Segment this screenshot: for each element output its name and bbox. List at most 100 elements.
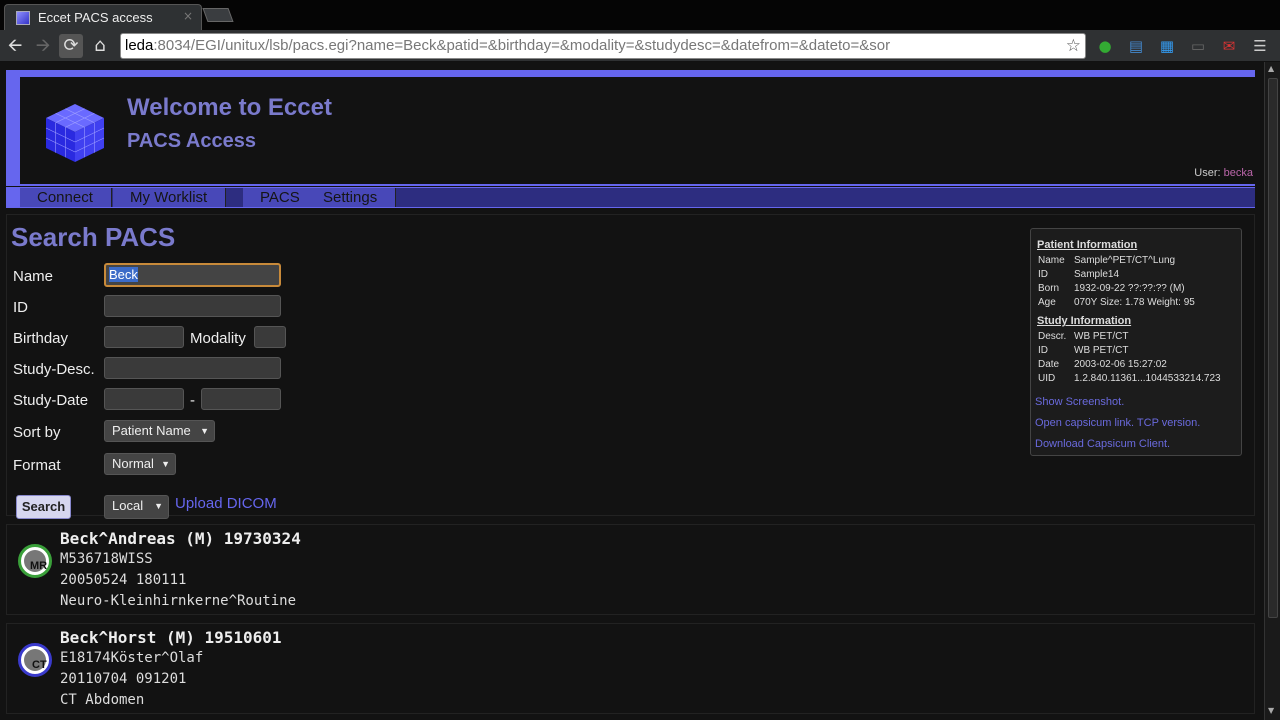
- result-description: Neuro-Kleinhirnkerne^Routine: [60, 593, 297, 609]
- browser-toolbar: 🡨 🡪 ⟳ ⌂ leda:8034/EGI/unitux/lsb/pacs.eg…: [0, 30, 1280, 62]
- study-key: Descr.: [1038, 331, 1067, 342]
- evernote-extension-icon[interactable]: ●: [1095, 36, 1115, 56]
- favicon-cube-icon: [16, 11, 30, 25]
- patient-name-link[interactable]: Beck^Andreas (M) 19730324: [60, 529, 301, 548]
- result-id: M536718WISS: [60, 551, 153, 567]
- address-bar[interactable]: leda:8034/EGI/unitux/lsb/pacs.egi?name=B…: [120, 33, 1086, 59]
- chevron-down-icon: ▼: [200, 426, 209, 436]
- browser-tab[interactable]: Eccet PACS access ×: [4, 4, 202, 30]
- modality-label: Modality: [190, 330, 246, 347]
- sort-by-select[interactable]: Patient Name ▼: [104, 420, 215, 442]
- scroll-up-icon[interactable]: ▲: [1268, 64, 1274, 73]
- user-indicator: User: becka: [1194, 167, 1253, 179]
- search-panel: Search PACS Name Beck ID Birthday Modali…: [6, 214, 1255, 519]
- source-value: Local: [112, 498, 144, 513]
- modality-ct-icon: CT: [18, 643, 52, 677]
- reload-icon[interactable]: ⟳: [59, 34, 83, 58]
- upload-dicom-link[interactable]: Upload DICOM: [175, 495, 277, 512]
- patient-value: 070Y Size: 1.78 Weight: 95: [1074, 297, 1195, 308]
- patient-value: Sample14: [1074, 269, 1120, 280]
- date-from-input[interactable]: [104, 388, 184, 410]
- search-title: Search PACS: [11, 222, 176, 252]
- format-select[interactable]: Normal ▼: [104, 453, 176, 475]
- format-label: Format: [13, 457, 61, 474]
- back-icon[interactable]: 🡨: [3, 34, 27, 58]
- menu-item-settings[interactable]: Settings: [306, 188, 397, 207]
- patient-key: Name: [1038, 255, 1065, 266]
- forward-icon[interactable]: 🡪: [31, 34, 55, 58]
- page-subtitle: PACS Access: [127, 130, 256, 152]
- study-key: Date: [1038, 359, 1060, 370]
- study-info-heading: Study Information: [1037, 315, 1132, 327]
- study-desc-input[interactable]: [104, 357, 281, 379]
- study-key: ID: [1038, 345, 1048, 356]
- header-top-bar: [6, 70, 1255, 77]
- patient-info-heading: Patient Information: [1037, 239, 1138, 251]
- show-screenshot-link[interactable]: Show Screenshot.: [1035, 396, 1124, 408]
- main-menu: Connect My Worklist PACS Settings: [6, 187, 1255, 208]
- sort-by-value: Patient Name: [112, 423, 191, 438]
- id-label: ID: [13, 299, 28, 316]
- scroll-down-icon[interactable]: ▼: [1268, 706, 1274, 715]
- vertical-scrollbar[interactable]: ▲ ▼: [1264, 62, 1280, 720]
- study-value: 1.2.840.11361...1044533214.723: [1074, 373, 1221, 384]
- gmail-icon[interactable]: ✉: [1219, 36, 1239, 56]
- study-key: UID: [1038, 373, 1056, 384]
- patient-value: 1932-09-22 ??:??:?? (M): [1074, 283, 1185, 294]
- modality-input[interactable]: [254, 326, 286, 348]
- study-value: WB PET/CT: [1074, 345, 1129, 356]
- menu-item-my-worklist[interactable]: My Worklist: [113, 188, 227, 207]
- open-capsicum-link[interactable]: Open capsicum link. TCP version.: [1035, 417, 1200, 429]
- screen-extension-icon[interactable]: ▤: [1126, 36, 1146, 56]
- page-title: Welcome to Eccet: [127, 94, 332, 121]
- url-host: leda: [125, 37, 154, 54]
- user-label: User:: [1194, 167, 1221, 179]
- modality-label: MR: [30, 560, 48, 572]
- id-input[interactable]: [104, 295, 281, 317]
- name-input-value: Beck: [109, 267, 138, 282]
- cast-icon[interactable]: ▭: [1188, 36, 1208, 56]
- page-header: Welcome to Eccet PACS Access User: becka: [6, 70, 1255, 186]
- result-datetime: 20110704 091201: [60, 671, 187, 687]
- menu-icon[interactable]: ☰: [1250, 36, 1270, 56]
- bookmark-star-icon[interactable]: ☆: [1066, 34, 1081, 58]
- result-row[interactable]: CT Beck^Horst (M) 19510601 E18174Köster^…: [6, 623, 1255, 714]
- study-desc-label: Study-Desc.: [13, 361, 95, 378]
- modality-mr-icon: MR: [18, 544, 52, 578]
- result-datetime: 20050524 180111: [60, 572, 187, 588]
- url-path: :8034/EGI/unitux/lsb/pacs.egi?name=Beck&…: [153, 37, 891, 54]
- info-panel: Patient Information Name Sample^PET/CT^L…: [1030, 228, 1242, 456]
- name-input[interactable]: Beck: [104, 263, 281, 287]
- calendar-extension-icon[interactable]: ▦: [1157, 36, 1177, 56]
- patient-key: ID: [1038, 269, 1048, 280]
- patient-value: Sample^PET/CT^Lung: [1074, 255, 1176, 266]
- name-label: Name: [13, 268, 54, 285]
- chevron-down-icon: ▼: [161, 459, 170, 469]
- close-tab-icon[interactable]: ×: [183, 9, 193, 23]
- patient-key: Age: [1038, 297, 1056, 308]
- patient-key: Born: [1038, 283, 1060, 294]
- menu-item-connect[interactable]: Connect: [20, 188, 112, 207]
- study-value: 2003-02-06 15:27:02: [1074, 359, 1167, 370]
- result-row[interactable]: MR Beck^Andreas (M) 19730324 M536718WISS…: [6, 524, 1255, 615]
- source-select[interactable]: Local ▼: [104, 495, 169, 519]
- result-description: CT Abdomen: [60, 692, 145, 708]
- sort-by-label: Sort by: [13, 424, 61, 441]
- modality-label: CT: [32, 659, 47, 671]
- download-capsicum-link[interactable]: Download Capsicum Client.: [1035, 438, 1170, 450]
- new-tab-button[interactable]: [202, 8, 234, 22]
- date-to-input[interactable]: [201, 388, 281, 410]
- patient-name-link[interactable]: Beck^Horst (M) 19510601: [60, 628, 282, 647]
- format-value: Normal: [112, 456, 154, 471]
- header-bottom-line: [20, 184, 1255, 186]
- birthday-input[interactable]: [104, 326, 184, 348]
- user-name-link[interactable]: becka: [1224, 167, 1253, 179]
- search-button[interactable]: Search: [16, 495, 71, 519]
- scrollbar-thumb[interactable]: [1268, 78, 1278, 618]
- home-icon[interactable]: ⌂: [88, 34, 112, 58]
- page-content: Welcome to Eccet PACS Access User: becka…: [0, 62, 1264, 720]
- header-left-bar: [6, 70, 20, 186]
- eccet-cube-logo-icon: [45, 104, 105, 162]
- tab-strip: Eccet PACS access ×: [0, 0, 1280, 30]
- birthday-label: Birthday: [13, 330, 69, 347]
